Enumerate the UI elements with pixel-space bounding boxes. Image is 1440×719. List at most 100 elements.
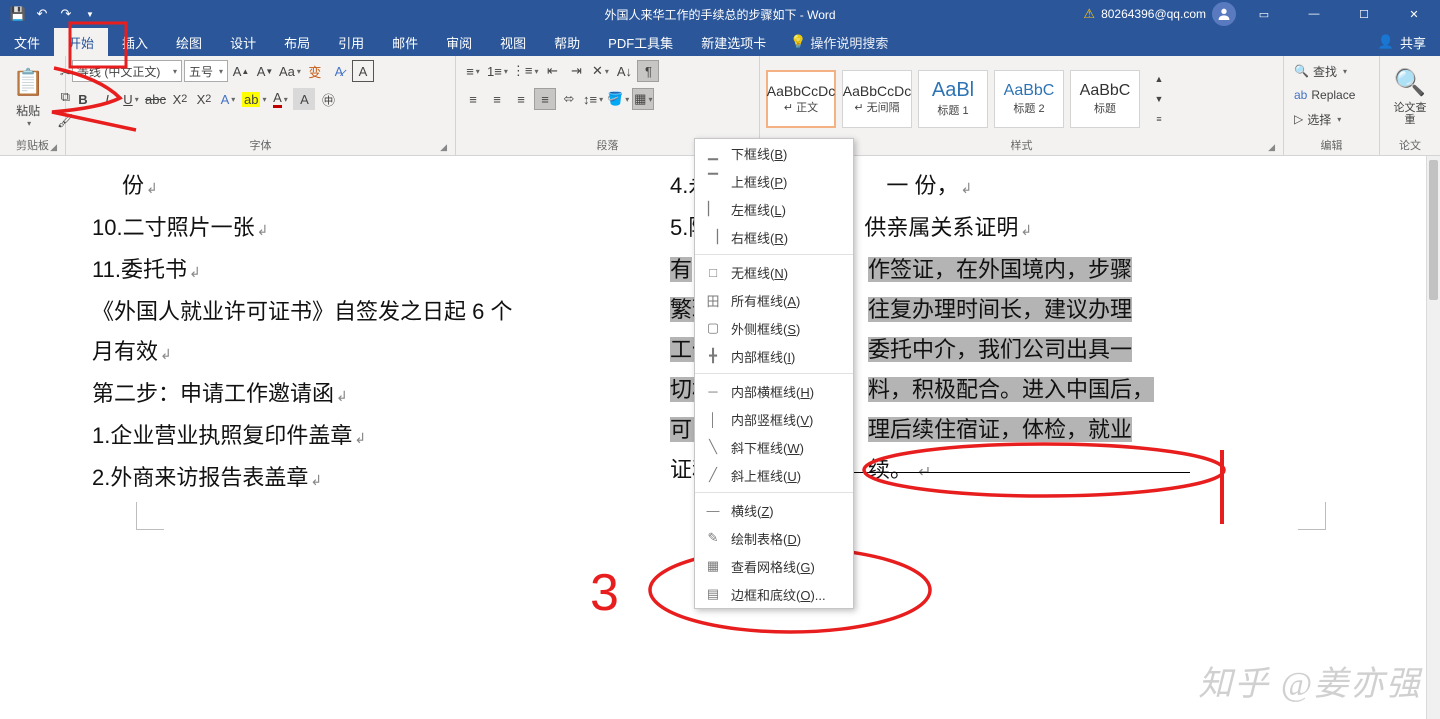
asian-layout-button[interactable]: ✕▾	[589, 60, 611, 82]
borders-button[interactable]: ▦▾	[632, 88, 654, 110]
grow-font-button[interactable]: A▲	[230, 60, 252, 82]
border-menu-item[interactable]: ▢外侧框线(S)	[695, 314, 853, 342]
tab-layout[interactable]: 布局	[270, 28, 324, 56]
vertical-scrollbar[interactable]	[1426, 156, 1440, 719]
ribbon-tabs: 文件 开始 插入 绘图 设计 布局 引用 邮件 审阅 视图 帮助 PDF工具集 …	[0, 28, 1440, 56]
increase-indent-button[interactable]: ⇥	[565, 60, 587, 82]
styles-scroll-up[interactable]: ▲	[1148, 70, 1170, 88]
tab-design[interactable]: 设计	[216, 28, 270, 56]
char-border-button[interactable]: ㊥	[317, 88, 339, 110]
tab-view[interactable]: 视图	[486, 28, 540, 56]
bold-button[interactable]: B	[72, 88, 94, 110]
thesis-check-button[interactable]: 🔍 论文查重	[1386, 60, 1434, 128]
user-avatar[interactable]	[1212, 2, 1236, 26]
tab-insert[interactable]: 插入	[108, 28, 162, 56]
border-menu-item[interactable]: □无框线(N)	[695, 258, 853, 286]
align-right-button[interactable]: ≡	[510, 88, 532, 110]
border-item-label: 所有框线(A)	[731, 291, 800, 310]
style-title[interactable]: AaBbC标题	[1070, 70, 1140, 128]
tab-home[interactable]: 开始	[54, 28, 108, 56]
border-menu-item[interactable]: ╋内部框线(I)	[695, 342, 853, 370]
border-menu-item[interactable]: ▁下框线(B)	[695, 139, 853, 167]
italic-button[interactable]: I	[96, 88, 118, 110]
border-menu-item[interactable]: ▕右框线(R)	[695, 223, 853, 251]
user-email[interactable]: 80264396@qq.com	[1101, 7, 1206, 21]
distributed-button[interactable]: ⬄	[558, 88, 580, 110]
style-heading2[interactable]: AaBbC标题 2	[994, 70, 1064, 128]
styles-launcher[interactable]: ◢	[1268, 142, 1275, 153]
align-left-button[interactable]: ≡	[462, 88, 484, 110]
multilevel-list-button[interactable]: ⋮≡▾	[511, 60, 540, 82]
share-button[interactable]: 共享	[1400, 33, 1426, 52]
replace-button[interactable]: abReplace	[1290, 84, 1359, 106]
phonetic-guide-button[interactable]: 变	[304, 60, 326, 82]
find-button[interactable]: 🔍查找▾	[1290, 60, 1351, 82]
tell-me-search[interactable]: 💡 操作说明搜索	[780, 33, 898, 52]
change-case-button[interactable]: Aa▾	[278, 60, 302, 82]
clear-format-button[interactable]: A̷	[328, 60, 350, 82]
maximize-button[interactable]: ☐	[1342, 0, 1386, 28]
tab-draw[interactable]: 绘图	[162, 28, 216, 56]
subscript-button[interactable]: X2	[169, 88, 191, 110]
select-button[interactable]: ▷选择▾	[1290, 108, 1345, 130]
tab-pdf[interactable]: PDF工具集	[594, 28, 687, 56]
undo-button[interactable]: ↶	[32, 4, 52, 24]
tab-help[interactable]: 帮助	[540, 28, 594, 56]
scrollbar-thumb[interactable]	[1429, 160, 1438, 300]
line-spacing-button[interactable]: ↕≡▾	[582, 88, 604, 110]
save-button[interactable]: 💾	[8, 4, 28, 24]
qat-custom-button[interactable]: ▼	[80, 4, 100, 24]
paste-button[interactable]: 📋 粘贴 ▾	[6, 60, 50, 130]
tab-mailings[interactable]: 邮件	[378, 28, 432, 56]
tab-references[interactable]: 引用	[324, 28, 378, 56]
tab-newtab[interactable]: 新建选项卡	[687, 28, 780, 56]
border-menu-item[interactable]: ▦查看网格线(G)	[695, 552, 853, 580]
numbering-button[interactable]: 1≡▾	[486, 60, 509, 82]
border-item-label: 斜下框线(W)	[731, 438, 804, 457]
tab-file[interactable]: 文件	[0, 28, 54, 56]
strikethrough-button[interactable]: abc	[144, 88, 167, 110]
font-launcher[interactable]: ◢	[440, 142, 447, 153]
font-size-combo[interactable]: 五号▾	[184, 60, 228, 82]
font-name-combo[interactable]: 等线 (中文正文)▾	[72, 60, 182, 82]
char-shading-button[interactable]: A	[293, 88, 315, 110]
ribbon-options-button[interactable]: ▭	[1242, 0, 1286, 28]
show-marks-button[interactable]: ¶	[637, 60, 659, 82]
style-nospacing[interactable]: AaBbCcDc↵ 无间隔	[842, 70, 912, 128]
border-menu-item[interactable]: ▏左框线(L)	[695, 195, 853, 223]
styles-scroll-down[interactable]: ▼	[1148, 90, 1170, 108]
border-menu-item[interactable]: ▤边框和底纹(O)...	[695, 580, 853, 608]
border-menu-item[interactable]: ▔上框线(P)	[695, 167, 853, 195]
style-normal[interactable]: AaBbCcDc↵ 正文	[766, 70, 836, 128]
border-menu-item[interactable]: 田所有框线(A)	[695, 286, 853, 314]
border-menu-item[interactable]: ─内部横框线(H)	[695, 377, 853, 405]
align-center-button[interactable]: ≡	[486, 88, 508, 110]
superscript-button[interactable]: X2	[193, 88, 215, 110]
bullets-button[interactable]: ≡▾	[462, 60, 484, 82]
styles-more-button[interactable]: ≡	[1148, 110, 1170, 128]
shrink-font-button[interactable]: A▼	[254, 60, 276, 82]
border-menu-item[interactable]: —横线(Z)	[695, 496, 853, 524]
border-menu-item[interactable]: │内部竖框线(V)	[695, 405, 853, 433]
style-heading1[interactable]: AaBl标题 1	[918, 70, 988, 128]
doc-line: 2.外商来访报告表盖章	[92, 458, 612, 500]
text-effects-button[interactable]: A▾	[217, 88, 239, 110]
close-button[interactable]: ✕	[1392, 0, 1436, 28]
border-menu-item[interactable]: ╱斜上框线(U)	[695, 461, 853, 489]
align-justify-button[interactable]: ≡	[534, 88, 556, 110]
redo-button[interactable]: ↷	[56, 4, 76, 24]
tab-review[interactable]: 审阅	[432, 28, 486, 56]
page-corner-bl	[136, 502, 164, 530]
clipboard-launcher[interactable]: ◢	[50, 142, 57, 153]
minimize-button[interactable]: —	[1292, 0, 1336, 28]
decrease-indent-button[interactable]: ⇤	[541, 60, 563, 82]
border-item-icon: ▔	[705, 173, 721, 189]
underline-button[interactable]: U▾	[120, 88, 142, 110]
font-color-button[interactable]: A▾	[269, 88, 291, 110]
enclose-chars-button[interactable]: A	[352, 60, 374, 82]
shading-button[interactable]: 🪣▾	[606, 88, 630, 110]
sort-button[interactable]: A↓	[613, 60, 635, 82]
highlight-button[interactable]: ab▾	[241, 88, 267, 110]
border-menu-item[interactable]: ╲斜下框线(W)	[695, 433, 853, 461]
border-menu-item[interactable]: ✎绘制表格(D)	[695, 524, 853, 552]
